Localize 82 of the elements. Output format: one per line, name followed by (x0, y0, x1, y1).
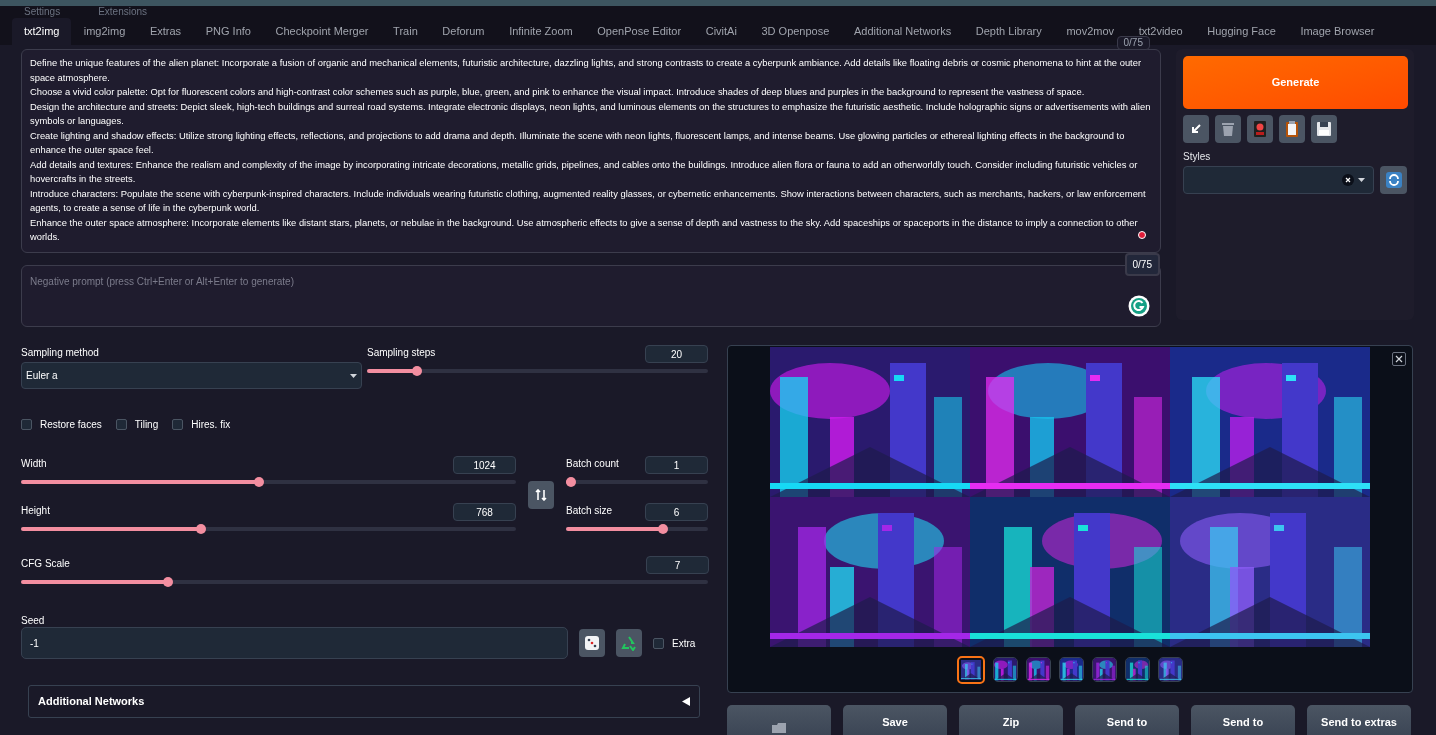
tab[interactable]: Depth Library (963, 18, 1055, 45)
tab[interactable]: CivitAi (693, 18, 750, 45)
clear-icon[interactable] (1342, 174, 1355, 186)
tab[interactable]: Image Browser (1288, 18, 1387, 45)
tab[interactable]: img2img (71, 18, 138, 45)
tab[interactable]: Hugging Face (1195, 18, 1289, 45)
sampling-method-dropdown[interactable]: Euler a (21, 362, 362, 389)
recycle-icon[interactable] (616, 629, 642, 657)
gallery-thumbnail[interactable] (957, 656, 985, 684)
card-icon[interactable] (1247, 115, 1273, 143)
gallery-thumbnail[interactable] (1026, 657, 1051, 682)
checkbox-label: Restore faces (40, 418, 102, 432)
action-button[interactable]: Send to (1191, 705, 1295, 735)
accordion-header[interactable]: Additional Networks (28, 685, 700, 718)
slider-label: CFG Scale (21, 557, 70, 571)
slider-track[interactable] (21, 477, 516, 487)
number-field[interactable]: 7 (646, 556, 709, 574)
checkbox[interactable] (172, 419, 184, 430)
folder-icon[interactable] (727, 705, 831, 735)
checkbox[interactable] (115, 419, 127, 430)
slider-thumb[interactable] (566, 477, 576, 487)
tab[interactable]: Settings (24, 6, 61, 18)
dropdown-label: Sampling method (21, 346, 100, 360)
tab[interactable]: Extensions (98, 6, 148, 18)
gallery-thumbnail[interactable] (1092, 657, 1117, 682)
grammar-check-icon[interactable] (1128, 295, 1150, 317)
slider-track[interactable] (566, 477, 708, 487)
checkbox-label: Tiling (134, 418, 159, 432)
slider-thumb[interactable] (253, 477, 264, 487)
tab[interactable]: 3D Openpose (749, 18, 842, 45)
seed-field[interactable]: -1 (21, 627, 568, 659)
slider-label: Batch count (566, 457, 619, 471)
tab[interactable]: Additional Networks (841, 18, 964, 45)
slider-thumb[interactable] (163, 577, 174, 587)
slider-track[interactable] (367, 366, 708, 376)
action-button[interactable]: Zip (959, 705, 1063, 735)
tab[interactable]: Deforum (430, 18, 497, 45)
tab[interactable]: Extras (137, 18, 194, 45)
tab[interactable]: OpenPose Editor (585, 18, 694, 45)
action-button[interactable]: Save (843, 705, 947, 735)
slider-label: Sampling steps (367, 346, 436, 360)
gallery-thumbnail[interactable] (993, 657, 1018, 682)
action-button[interactable]: Send to (1075, 705, 1179, 735)
caret-icon (350, 373, 357, 378)
slider-track[interactable] (566, 524, 708, 534)
refresh-icon[interactable] (1380, 166, 1407, 194)
tab[interactable]: txt2img (12, 18, 72, 45)
slider-thumb[interactable] (195, 524, 206, 534)
action-button[interactable]: Send to extras (1307, 705, 1411, 735)
slider-label: Width (21, 457, 47, 471)
dice-icon[interactable] (579, 629, 605, 657)
number-field[interactable]: 1024 (453, 456, 516, 474)
slider-thumb[interactable] (658, 524, 669, 534)
number-field[interactable]: 6 (645, 503, 708, 521)
checkbox[interactable] (21, 419, 32, 430)
caret-icon (1358, 178, 1366, 182)
number-field[interactable]: 20 (645, 345, 708, 363)
slider-label: Batch size (566, 504, 613, 518)
checkbox-label: Hires. fix (191, 418, 231, 432)
number-field[interactable]: 768 (453, 503, 516, 521)
slider-track[interactable] (21, 577, 708, 587)
close-icon[interactable] (1392, 352, 1406, 366)
tab[interactable]: PNG Info (193, 18, 264, 45)
checkbox[interactable] (653, 637, 664, 649)
clipboard-icon[interactable] (1279, 115, 1305, 143)
checkbox-label: Extra (672, 636, 696, 651)
gallery-thumbnail[interactable] (1059, 657, 1084, 682)
number-field[interactable]: 1 (645, 456, 708, 474)
swap-icon[interactable] (528, 481, 554, 509)
seed-label: Seed (21, 614, 46, 627)
gallery-thumbnail[interactable] (1125, 657, 1150, 682)
token-counter: 0/75 (1116, 36, 1150, 50)
slider-track[interactable] (21, 524, 516, 534)
styles-label: Styles (1183, 150, 1212, 164)
trash-icon[interactable] (1215, 115, 1241, 143)
tab[interactable]: Checkpoint Merger (263, 18, 381, 45)
slider-label: Height (21, 504, 50, 518)
tab[interactable]: Infinite Zoom (496, 18, 585, 45)
slider-thumb[interactable] (411, 366, 422, 376)
tab[interactable]: Train (380, 18, 431, 45)
prompt-field[interactable]: Define the unique features of the alien planet: Incorporate a fusion of organic and mechanical elements, futuristic architecture, dazzling lights, and strong contrasts to create a cyberpunk ambiance. Add details like floating debris or cosmic phenomena to hint at the outer space atmosphere. Choose a vivid color palette: Opt for fluorescent colors and high-contrast color schemes such as purple, blue, green, and pink to enhance the visual impact. Introduce shades of deep blues and purples in the background to represent the vastness of space. Design the architecture and streets: Depict sleek, high-tech buildings and surreal road systems. Integrate electronic displays, neon lights, and luminous elements on the structures to emphasize the futuristic aesthetic. Include holographic signs or advertisements with alien symbols or languages. Create lighting and shadow effects: Utilize strong lighting effects, reflections, and projections to add drama and depth. Illuminate the scene with neon lights, fluorescent lamps, and intense beams. Use glowing particles or ethereal lighting effects in the background to enhance the outer space feel. Add details and textures: Enhance the realism and complexity of the image by incorporating intricate decorations, metallic grids, pipelines, and cables onto the buildings. Introduce alien flora or fauna to add an otherworldly touch. Consider including futuristic vehicles or hovercrafts in the streets. Introduce characters: Populate the scene with cyberpunk-inspired characters. Include individuals wearing futuristic clothing, augmented reality glasses, or cybernetic enhancements. Show interactions between characters, such as merchants, hackers, or law enforcement agents, to create a sense of life in the cyberpunk world. Enhance the outer space atmosphere: Incorporate elements like distant stars, planets, or nebulae in the background. Use atmospheric effects to give a sense of depth and vastness to the sky. Add spaceships or spaceports in the distance to imply a connection to other worlds. (21, 49, 1161, 253)
gallery-thumbnail[interactable] (1158, 657, 1183, 682)
